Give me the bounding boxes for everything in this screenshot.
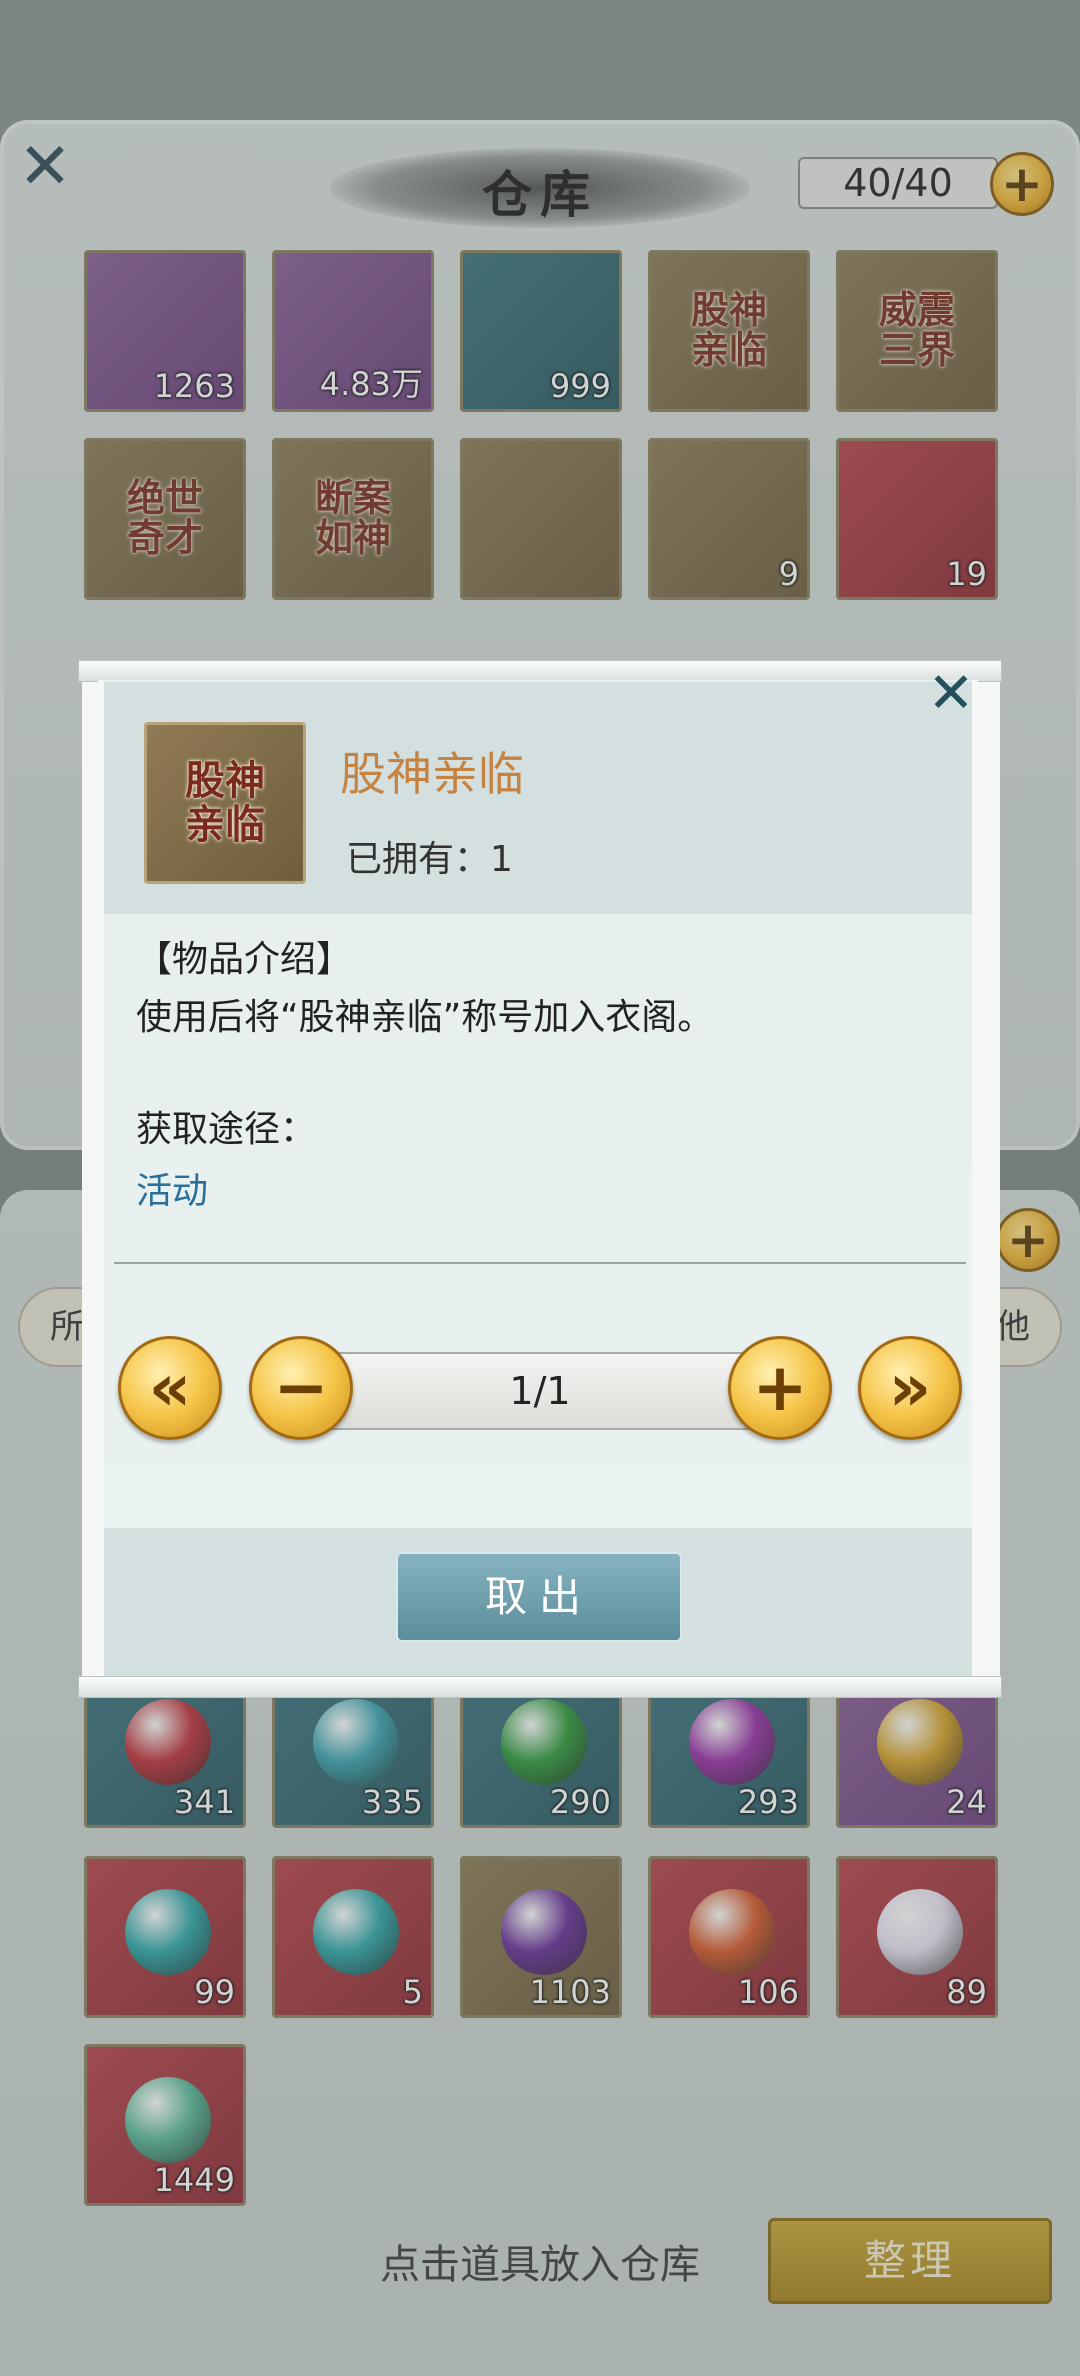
item-slot[interactable]: 19	[836, 438, 998, 600]
increase-button[interactable]: +	[728, 1336, 832, 1440]
item-slot[interactable]: 106	[648, 1856, 810, 2018]
item-badge-text: 威震 三界	[839, 253, 995, 409]
owned-count: 已拥有：1	[346, 839, 513, 880]
item-count: 290	[549, 1783, 611, 1821]
item-slot[interactable]: 999	[460, 250, 622, 412]
item-count: 106	[737, 1973, 799, 2011]
item-count: 1263	[153, 367, 235, 405]
item-slot[interactable]: 断案 如神	[272, 438, 434, 600]
item-slot[interactable]: 9	[648, 438, 810, 600]
item-count: 999	[549, 367, 611, 405]
minus-icon: −	[273, 1349, 329, 1426]
item-slot[interactable]: 89	[836, 1856, 998, 2018]
warehouse-capacity: 40/40	[798, 157, 998, 209]
modal-scroll-bar-bottom	[78, 1676, 1002, 1698]
item-count: 19	[946, 555, 987, 593]
source-link-activity[interactable]: 活动	[136, 1162, 336, 1212]
item-slot[interactable]: 股神 亲临	[648, 250, 810, 412]
item-slot[interactable]: 1263	[84, 250, 246, 412]
item-slot[interactable]: 1103	[460, 1856, 622, 2018]
decrease-button[interactable]: −	[249, 1336, 353, 1440]
item-icon: 股神 亲临	[144, 722, 306, 884]
item-count: 99	[194, 1973, 235, 2011]
item-count: 5	[402, 1973, 423, 2011]
item-slot[interactable]: 4.83万	[272, 250, 434, 412]
item-orb-icon	[501, 1889, 587, 1975]
description-text: 使用后将“股神亲临”称号加入衣阁。	[136, 997, 714, 1038]
divider	[114, 1262, 966, 1264]
warehouse-close-icon[interactable]: ✕	[8, 130, 82, 204]
item-badge-text: 断案 如神	[275, 441, 431, 597]
item-count: 89	[946, 1973, 987, 2011]
deposit-hint: 点击道具放入仓库	[380, 2242, 700, 2288]
double-chevron-right-icon: »	[888, 1349, 932, 1426]
item-orb-icon	[125, 1699, 211, 1785]
item-slot[interactable]: 绝世 奇才	[84, 438, 246, 600]
item-orb-icon	[313, 1699, 399, 1785]
item-badge-text: 绝世 奇才	[87, 441, 243, 597]
item-count: 9	[778, 555, 799, 593]
item-count: 24	[946, 1783, 987, 1821]
modal-close-icon[interactable]: ✕	[918, 660, 984, 726]
item-icon-text-top: 股神	[185, 758, 265, 804]
expand-capacity-plus-icon[interactable]: +	[990, 152, 1054, 216]
item-slot[interactable]: 威震 三界	[836, 250, 998, 412]
description-heading: 【物品介绍】	[136, 939, 353, 980]
item-count: 293	[737, 1783, 799, 1821]
item-slot[interactable]: 1449	[84, 2044, 246, 2206]
item-count: 335	[361, 1783, 423, 1821]
item-count: 1103	[529, 1973, 611, 2011]
item-count: 341	[173, 1783, 235, 1821]
expand-bag-plus-icon[interactable]: +	[996, 1208, 1060, 1272]
warehouse-title: 仓库	[482, 166, 598, 224]
item-icon-text-bottom: 亲临	[185, 802, 265, 848]
sort-button[interactable]: 整理	[768, 2218, 1052, 2304]
quantity-value[interactable]: 1/1	[400, 1358, 680, 1424]
double-chevron-left-icon: «	[148, 1349, 192, 1426]
item-name: 股神亲临	[340, 747, 524, 801]
item-orb-icon	[125, 2077, 211, 2163]
source-label: 获取途径：	[136, 1109, 317, 1150]
item-slot[interactable]: 5	[272, 1856, 434, 2018]
take-out-button[interactable]: 取出	[396, 1552, 682, 1642]
item-slot[interactable]: 99	[84, 1856, 246, 2018]
item-slot[interactable]	[460, 438, 622, 600]
item-orb-icon	[689, 1699, 775, 1785]
item-orb-icon	[125, 1889, 211, 1975]
item-orb-icon	[877, 1889, 963, 1975]
item-orb-icon	[877, 1699, 963, 1785]
plus-icon: +	[752, 1349, 808, 1426]
item-orb-icon	[501, 1699, 587, 1785]
modal-scroll-bar-top	[78, 660, 1002, 682]
item-orb-icon	[313, 1889, 399, 1975]
item-badge-text: 股神 亲临	[651, 253, 807, 409]
item-orb-icon	[689, 1889, 775, 1975]
last-page-button[interactable]: »	[858, 1336, 962, 1440]
item-count: 4.83万	[319, 365, 423, 403]
first-page-button[interactable]: «	[118, 1336, 222, 1440]
item-count: 1449	[153, 2161, 235, 2199]
